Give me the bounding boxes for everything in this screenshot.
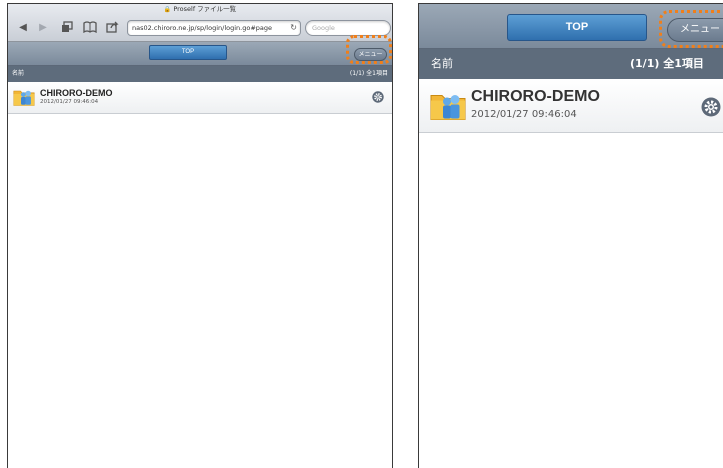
ipad-screen-full: 🔒 Proself ファイル一覧 ◀ ▶ nas02.chiroro.ne.jp/… — [7, 3, 393, 468]
search-input[interactable]: Google — [305, 20, 391, 36]
item-name: CHIRORO-DEMO — [40, 88, 113, 98]
share-icon[interactable] — [105, 21, 119, 35]
bookmarks-icon[interactable] — [83, 21, 97, 35]
tabs-icon[interactable] — [60, 21, 74, 35]
url-text: nas02.chiroro.ne.jp/sp/login/login.go#pa… — [132, 24, 273, 32]
ipad-screen-zoom: TOP メニュー 名前 (1/1) 全1項目 CHIRORO-DEMO 2012… — [418, 3, 723, 468]
shared-folder-icon — [13, 90, 35, 106]
item-name: CHIRORO-DEMO — [471, 88, 600, 105]
item-date: 2012/01/27 09:46:04 — [471, 109, 577, 120]
name-column-header: 名前 — [12, 70, 25, 77]
item-count: (1/1) 全1項目 — [630, 57, 704, 70]
item-date: 2012/01/27 09:46:04 — [40, 99, 99, 105]
list-header: 名前 (1/1) 全1項目 — [8, 66, 392, 82]
safari-toolbar: 🔒 Proself ファイル一覧 ◀ ▶ nas02.chiroro.ne.jp/… — [8, 4, 392, 42]
shared-folder-icon — [430, 95, 466, 120]
gear-icon[interactable] — [372, 91, 384, 103]
name-column-header: 名前 — [431, 57, 453, 70]
reload-icon[interactable]: ↻ — [290, 21, 297, 35]
item-count: (1/1) 全1項目 — [349, 70, 388, 77]
page-title-text: Proself ファイル一覧 — [173, 5, 237, 13]
menu-button-highlight — [346, 35, 392, 64]
app-toolbar: TOP メニュー — [8, 42, 392, 66]
list-item[interactable]: CHIRORO-DEMO 2012/01/27 09:46:04 — [8, 82, 392, 114]
gear-icon[interactable] — [701, 97, 721, 117]
search-placeholder: Google — [312, 24, 335, 32]
forward-arrow-icon[interactable]: ▶ — [36, 21, 50, 35]
list-header-zoom: 名前 (1/1) 全1項目 — [419, 49, 723, 79]
menu-button-highlight — [659, 10, 723, 48]
list-item[interactable]: CHIRORO-DEMO 2012/01/27 09:46:04 — [419, 79, 723, 133]
page-title: 🔒 Proself ファイル一覧 — [8, 5, 392, 14]
top-button[interactable]: TOP — [507, 14, 647, 41]
lock-icon: 🔒 — [163, 6, 172, 13]
address-bar[interactable]: nas02.chiroro.ne.jp/sp/login/login.go#pa… — [127, 20, 301, 36]
back-arrow-icon[interactable]: ◀ — [16, 21, 30, 35]
top-button[interactable]: TOP — [149, 45, 227, 60]
